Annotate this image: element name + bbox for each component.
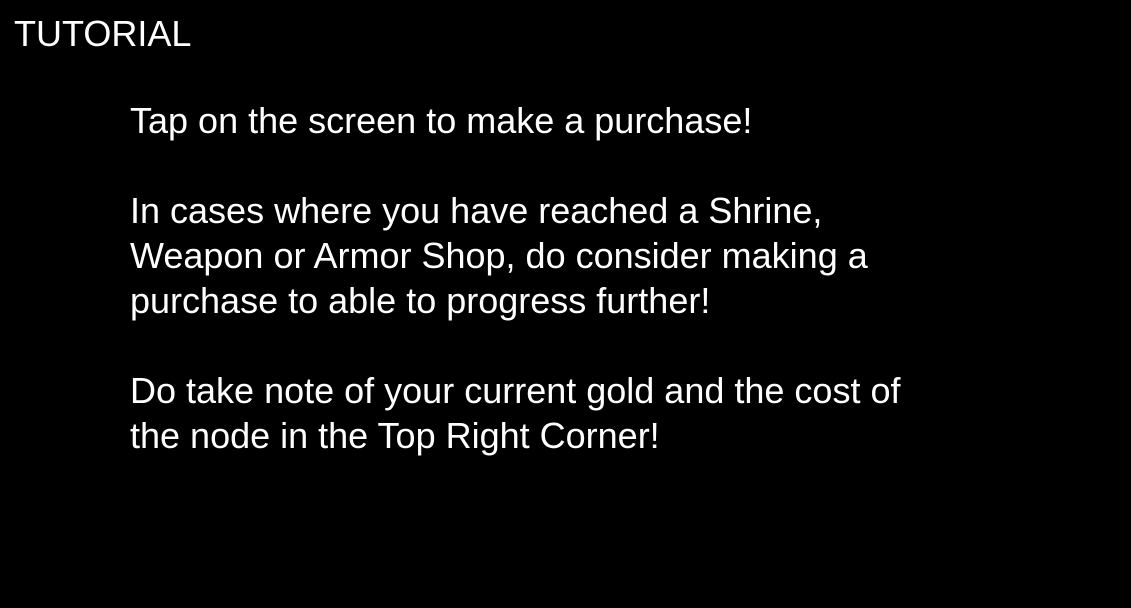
tutorial-paragraph: Tap on the screen to make a purchase!: [130, 98, 1090, 143]
tutorial-title: TUTORIAL: [14, 13, 192, 54]
tutorial-body: Tap on the screen to make a purchase! In…: [130, 98, 1090, 458]
tutorial-line: the node in the Top Right Corner!: [130, 415, 660, 456]
tutorial-line: purchase to able to progress further!: [130, 280, 711, 321]
tutorial-line: In cases where you have reached a Shrine…: [130, 190, 823, 231]
tutorial-line: Tap on the screen to make a purchase!: [130, 100, 753, 141]
tutorial-line: Do take note of your current gold and th…: [130, 370, 901, 411]
tutorial-paragraph: Do take note of your current gold and th…: [130, 368, 1090, 458]
tutorial-paragraph: In cases where you have reached a Shrine…: [130, 188, 1090, 323]
tutorial-line: Weapon or Armor Shop, do consider making…: [130, 235, 868, 276]
tutorial-screen[interactable]: TUTORIAL Tap on the screen to make a pur…: [0, 0, 1131, 608]
